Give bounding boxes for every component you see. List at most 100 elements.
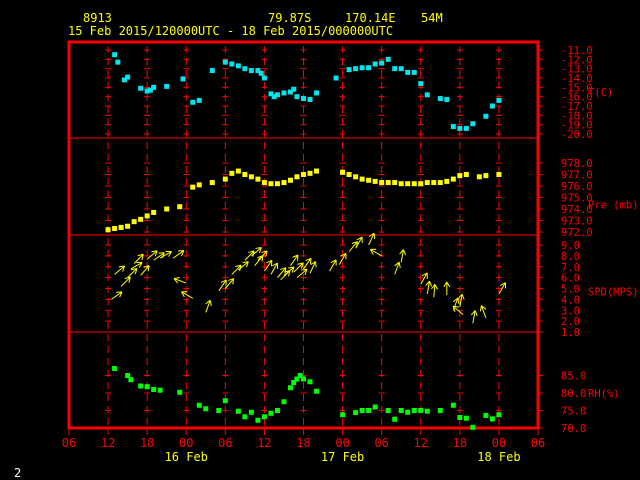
pressure-point-28 [340,169,346,175]
temperature-ytick-label-9: -20.0 [561,129,593,141]
temperature-point-27 [294,94,300,100]
x-tick-label-10: 18 [453,436,467,450]
x-tick-label-5: 12 [257,436,271,450]
pressure-point-10 [190,184,196,190]
pressure-point-3 [125,223,131,229]
pressure-point-25 [301,172,306,177]
humidity-point-45 [489,416,495,422]
humidity-point-31 [372,404,378,410]
humidity-point-24 [301,376,306,382]
humidity-point-14 [248,409,254,415]
humidity-point-30 [366,408,372,413]
humidity-label: RH(%) [588,388,620,400]
pressure-point-19 [261,180,267,186]
temperature-point-37 [379,60,385,66]
pressure-ytick-label-0: 978.0 [561,158,593,170]
humidity-point-19 [281,399,287,405]
x-tick-label-8: 06 [374,436,388,450]
humidity-point-13 [242,414,248,420]
x-tick-label-2: 18 [140,436,154,450]
temperature-point-39 [392,66,398,72]
pressure-point-26 [307,170,313,176]
humidity-ytick-label-2: 75.0 [561,406,586,418]
temperature-point-32 [346,67,352,73]
pressure-point-0 [105,227,111,233]
wind-label: SPD(MPS) [588,287,639,299]
humidity-point-7 [177,389,183,395]
pressure-point-46 [457,173,463,179]
page-number: 2 [14,466,21,480]
pressure-point-49 [483,173,489,179]
temperature-point-10 [190,99,196,105]
pressure-point-6 [144,213,150,219]
temperature-point-29 [307,96,313,102]
pressure-point-35 [385,180,391,186]
temperature-point-12 [209,68,215,74]
pressure-point-17 [248,174,254,180]
humidity-point-29 [359,408,365,413]
pressure-point-23 [287,177,293,183]
pressure-point-7 [151,209,157,215]
humidity-point-42 [463,415,469,421]
x-tick-label-9: 12 [414,436,428,450]
temperature-point-9 [180,76,186,82]
meteogram: 8913 79.87S 170.14E 54M 15 Feb 2015/1200… [0,0,640,480]
humidity-point-44 [483,412,489,418]
pressure-point-33 [372,178,378,184]
pressure-point-18 [255,176,261,182]
humidity-point-5 [151,387,157,392]
humidity-point-35 [405,409,411,415]
temperature-point-34 [359,65,365,71]
pressure-point-38 [405,181,411,187]
humidity-point-10 [216,408,222,413]
pressure-point-20 [268,181,274,187]
x-tick-label-0: 06 [62,436,76,450]
pressure-point-41 [424,180,430,186]
humidity-point-15 [255,417,261,423]
temperature-point-43 [418,81,424,87]
temperature-point-13 [222,59,228,65]
temperature-point-14 [229,61,235,67]
humidity-point-36 [411,408,417,413]
temperature-point-4 [138,85,144,91]
humidity-point-20 [287,385,293,391]
humidity-ytick-label-0: 85.0 [561,371,586,383]
humidity-point-11 [222,398,228,404]
temperature-point-1 [115,59,121,65]
wind-vector-head-left [373,233,376,240]
station-id: 8913 [83,11,112,25]
x-tick-label-12: 06 [531,436,545,450]
temperature-point-35 [366,65,372,71]
pressure-point-37 [398,181,404,187]
temperature-point-45 [437,96,443,102]
pressure-point-34 [379,180,385,186]
humidity-point-0 [112,366,118,371]
temperature-label: T(C) [588,87,613,99]
x-tick-label-1: 12 [101,436,115,450]
humidity-point-3 [138,383,144,389]
temperature-point-24 [281,90,287,96]
pressure-ytick-label-6: 972.0 [561,227,593,239]
pressure-point-2 [118,224,124,230]
humidity-point-4 [144,384,150,390]
pressure-point-29 [346,172,352,177]
humidity-point-40 [450,402,456,408]
temperature-point-19 [258,70,264,76]
temperature-point-11 [196,97,202,103]
pressure-label: Pre (mb) [588,200,639,212]
pressure-point-12 [209,180,215,186]
pressure-point-47 [463,172,469,177]
pressure-point-8 [164,206,170,212]
pressure-point-11 [196,182,202,188]
pressure-point-22 [281,180,287,186]
pressure-point-27 [314,168,320,174]
temperature-point-46 [444,96,450,102]
temperature-point-50 [470,121,476,127]
humidity-point-41 [457,415,463,420]
temperature-point-23 [274,92,280,98]
temperature-point-26 [291,86,297,92]
humidity-point-16 [261,414,267,420]
pressure-ytick-label-5: 973.0 [561,216,593,228]
pressure-point-9 [177,204,183,210]
temperature-point-33 [353,66,359,72]
